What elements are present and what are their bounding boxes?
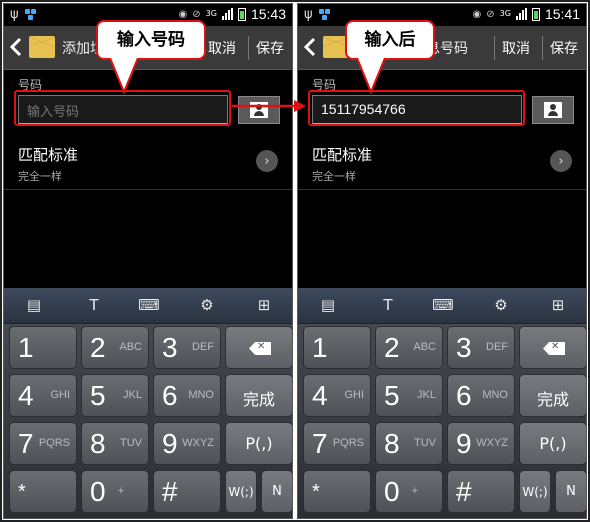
backspace-icon	[543, 342, 565, 355]
divider	[494, 36, 495, 60]
key-7[interactable]: 7 PQRS	[9, 422, 77, 465]
match-criteria-row[interactable]: 匹配标准 完全一样 ›	[4, 136, 292, 190]
status-bar: ψ ◉ ⊘ 3G 15:41	[298, 4, 586, 26]
input-highlight-box	[14, 90, 231, 126]
action-bar: 添加垃圾信息号码 取消 保存	[298, 26, 586, 70]
save-button[interactable]: 保存	[256, 38, 284, 58]
match-criteria-title: 匹配标准	[312, 146, 373, 164]
back-arrow-icon[interactable]	[304, 37, 316, 57]
key-8[interactable]: 8 TUV	[81, 422, 149, 465]
key-8[interactable]: 8 TUV	[375, 422, 443, 465]
chevron-right-icon[interactable]: ›	[550, 150, 572, 172]
text-recognition-icon[interactable]: T	[82, 294, 106, 316]
key-5[interactable]: 5 JKL	[81, 374, 149, 417]
contact-icon	[544, 102, 562, 118]
n-key[interactable]: N	[555, 470, 586, 513]
network-type-label: 3G	[205, 9, 217, 18]
match-criteria-value: 完全一样	[18, 170, 62, 183]
key-1[interactable]: 1	[303, 326, 371, 369]
match-criteria-row[interactable]: 匹配标准 完全一样 ›	[298, 136, 586, 190]
mute-icon: ⊘	[192, 8, 201, 20]
keyboard-toolbar: ▤ T ⌨ ⚙ ⊞	[298, 288, 586, 324]
cancel-button[interactable]: 取消	[502, 38, 530, 58]
key-4[interactable]: 4 GHI	[303, 374, 371, 417]
keyboard-settings-icon[interactable]: ⊞	[252, 294, 276, 316]
key-3[interactable]: 3 DEF	[447, 326, 515, 369]
key-6[interactable]: 6 MNO	[153, 374, 221, 417]
keyboard-settings-icon[interactable]: ⊞	[546, 294, 570, 316]
key-4[interactable]: 4 GHI	[9, 374, 77, 417]
numeric-keyboard: ▤ T ⌨ ⚙ ⊞ 1 2ABC 3DEF 4GHI 5JKL 6MNO 完成 …	[298, 288, 586, 518]
status-clock: 15:41	[544, 6, 580, 22]
phone-screen-after: ψ ◉ ⊘ 3G 15:41 添加垃圾信息号码 取消 保存 号码 1511795…	[297, 3, 587, 519]
settings-icon[interactable]: ⚙	[195, 294, 219, 316]
usb-icon: ψ	[10, 7, 19, 22]
wait-key[interactable]: W(;)	[519, 470, 551, 513]
keyboard-toolbar: ▤ T ⌨ ⚙ ⊞	[4, 288, 292, 324]
chevron-right-icon[interactable]: ›	[256, 150, 278, 172]
network-type-label: 3G	[499, 9, 511, 18]
key-0[interactable]: 0 +	[375, 470, 443, 513]
text-recognition-icon[interactable]: T	[376, 294, 400, 316]
key-0[interactable]: 0 +	[81, 470, 149, 513]
match-criteria-title: 匹配标准	[18, 146, 79, 164]
wait-key[interactable]: W(;)	[225, 470, 257, 513]
callout-tail	[109, 56, 139, 94]
numeric-keyboard: ▤ T ⌨ ⚙ ⊞ 1 2ABC 3DEF 4GHI 5JKL 6MNO 完成 …	[4, 288, 292, 518]
key-9[interactable]: 9 WXYZ	[447, 422, 515, 465]
clipboard-icon[interactable]: ▤	[22, 294, 46, 316]
callout-enter-number: 输入号码	[96, 20, 206, 60]
signal-icon	[221, 8, 233, 20]
key-hash[interactable]: #	[447, 470, 515, 513]
key-3[interactable]: 3 DEF	[153, 326, 221, 369]
divider	[542, 36, 543, 60]
callout-tail	[356, 56, 386, 94]
keyboard-icon[interactable]: ⌨	[137, 294, 161, 316]
key-2[interactable]: 2 ABC	[375, 326, 443, 369]
divider	[248, 36, 249, 60]
back-arrow-icon[interactable]	[10, 37, 22, 57]
backspace-key[interactable]	[225, 326, 292, 369]
usb-icon: ψ	[304, 7, 313, 22]
phone-screen-before: ψ ◉ ⊘ 3G 15:43 添加垃圾号码 取消 保存 号码 输入号码 匹配标准…	[3, 3, 293, 519]
status-clock: 15:43	[250, 6, 286, 22]
battery-icon	[531, 7, 540, 21]
arrow-right-icon	[232, 100, 306, 112]
save-button[interactable]: 保存	[550, 38, 578, 58]
envelope-icon	[29, 36, 55, 58]
backspace-key[interactable]	[519, 326, 586, 369]
input-highlight-box	[308, 90, 525, 126]
eye-icon: ◉	[472, 8, 482, 20]
key-9[interactable]: 9 WXYZ	[153, 422, 221, 465]
n-key[interactable]: N	[261, 470, 292, 513]
callout-after-input: 输入后	[345, 20, 435, 60]
key-6[interactable]: 6 MNO	[447, 374, 515, 417]
key-star[interactable]: *	[303, 470, 371, 513]
key-7[interactable]: 7 PQRS	[303, 422, 371, 465]
key-2[interactable]: 2 ABC	[81, 326, 149, 369]
match-criteria-value: 完全一样	[312, 170, 356, 183]
cancel-button[interactable]: 取消	[208, 38, 236, 58]
eye-icon: ◉	[178, 8, 188, 20]
settings-icon[interactable]: ⚙	[489, 294, 513, 316]
done-key[interactable]: 完成	[519, 374, 586, 417]
key-hash[interactable]: #	[153, 470, 221, 513]
contact-picker-button[interactable]	[532, 96, 574, 124]
signal-icon	[515, 8, 527, 20]
battery-icon	[237, 7, 246, 21]
done-key[interactable]: 完成	[225, 374, 292, 417]
mute-icon: ⊘	[486, 8, 495, 20]
key-star[interactable]: *	[9, 470, 77, 513]
pause-key[interactable]: P(,)	[519, 422, 586, 465]
key-1[interactable]: 1	[9, 326, 77, 369]
app-notification-icon	[24, 8, 37, 21]
pause-key[interactable]: P(,)	[225, 422, 292, 465]
app-notification-icon	[318, 8, 331, 21]
clipboard-icon[interactable]: ▤	[316, 294, 340, 316]
key-5[interactable]: 5 JKL	[375, 374, 443, 417]
keyboard-icon[interactable]: ⌨	[431, 294, 455, 316]
backspace-icon	[249, 342, 271, 355]
